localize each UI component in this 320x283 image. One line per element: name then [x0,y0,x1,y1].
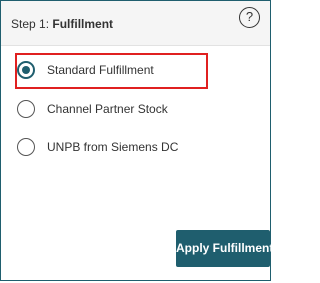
step-title: Step 1: Fulfillment [11,17,113,31]
radio-selected-icon[interactable] [17,61,35,79]
option-label: Channel Partner Stock [47,102,168,116]
question-circle-icon[interactable]: ? [239,7,260,28]
step-label: Step 1: [11,17,53,31]
option-channel-partner-stock[interactable]: Channel Partner Stock [1,95,241,125]
panel-header: Step 1: Fulfillment ? [1,1,270,46]
fulfillment-panel: Step 1: Fulfillment ? Standard Fulfillme… [0,0,273,281]
option-label: Standard Fulfillment [47,63,154,77]
radio-unselected-icon[interactable] [17,138,35,156]
step-name: Fulfillment [52,17,114,31]
apply-fulfillment-button[interactable]: Apply Fulfillment [176,230,273,267]
option-standard-fulfillment[interactable]: Standard Fulfillment [1,56,241,86]
option-label: UNPB from Siemens DC [47,140,179,154]
option-unpb-siemens-dc[interactable]: UNPB from Siemens DC [1,133,241,163]
radio-unselected-icon[interactable] [17,100,35,118]
